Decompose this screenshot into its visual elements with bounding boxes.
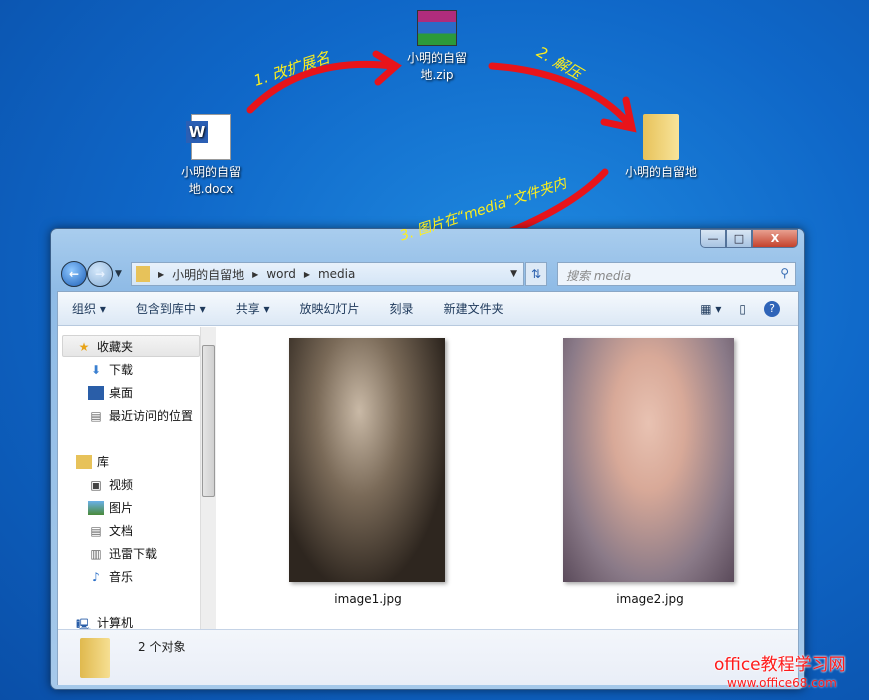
new-folder-button[interactable]: 新建文件夹: [444, 300, 504, 317]
share-button[interactable]: 共享 ▾: [236, 300, 270, 317]
folder-label: 小明的自留地: [624, 165, 697, 179]
navigation-pane: ★ 收藏夹 ⬇ 下载 桌面 ▤ 最近访问的位置 库 ▣ 视频 图片 ▤ 文档 ▥ 迅雷下载 …: [58, 327, 216, 632]
sidebar-scrollbar[interactable]: [200, 327, 216, 629]
close-button[interactable]: X: [752, 229, 798, 248]
music-icon: ♪: [92, 569, 100, 584]
computer-icon: 🖳: [76, 617, 93, 632]
breadcrumb-segment[interactable]: word: [266, 267, 296, 281]
folder-icon[interactable]: 小明的自留地: [616, 114, 706, 181]
slideshow-button[interactable]: 放映幻灯片: [300, 300, 360, 317]
sidebar-item-recent[interactable]: ▤ 最近访问的位置: [88, 407, 193, 424]
folder-small-icon: [136, 266, 150, 282]
watermark-url: www.office68.com: [727, 676, 837, 690]
image1-thumbnail[interactable]: [289, 338, 445, 582]
zip-label: 小明的自留地.zip: [406, 51, 467, 82]
address-dropdown-icon[interactable]: ▼: [510, 269, 517, 279]
address-bar[interactable]: ▶ 小明的自留地 ▶ word ▶ media ▼: [131, 262, 524, 286]
zip-file-icon[interactable]: 小明的自留地.zip: [392, 10, 482, 84]
breadcrumb-segment[interactable]: 小明的自留地: [172, 266, 244, 283]
minimize-button[interactable]: —: [700, 229, 726, 248]
maximize-button[interactable]: □: [726, 229, 752, 248]
sidebar-favorites[interactable]: ★ 收藏夹: [76, 338, 133, 355]
library-icon: [76, 454, 92, 469]
explorer-window: — □ X ← → ▼ ▶ 小明的自留地 ▶ word ▶ media ▼ ⇅ 搜索 me…: [50, 175, 805, 690]
xunlei-icon: ▥: [90, 546, 102, 561]
sidebar-item-downloads[interactable]: ⬇ 下载: [88, 361, 133, 378]
refresh-button[interactable]: ⇅: [525, 262, 547, 286]
star-icon: ★: [78, 339, 90, 354]
sidebar-item-videos[interactable]: ▣ 视频: [88, 476, 133, 493]
sidebar-item-documents[interactable]: ▤ 文档: [88, 522, 133, 539]
folder-large-icon: [80, 638, 110, 678]
desktop-icon: [88, 385, 104, 400]
file-list: image1.jpg image2.jpg: [218, 327, 798, 629]
organize-button[interactable]: 组织 ▾: [72, 300, 106, 317]
burn-button[interactable]: 刻录: [390, 300, 414, 317]
details-pane: 2 个对象: [58, 629, 798, 685]
search-icon: ⚲: [780, 266, 789, 280]
sidebar-libraries[interactable]: 库: [76, 453, 109, 470]
docx-label: 小明的自留地.docx: [180, 165, 241, 196]
help-icon[interactable]: ?: [764, 301, 780, 317]
history-dropdown-icon[interactable]: ▼: [115, 269, 122, 279]
sidebar-item-music[interactable]: ♪ 音乐: [88, 568, 133, 585]
pictures-icon: [88, 500, 104, 515]
recent-places-icon: ▤: [90, 408, 102, 423]
downloads-icon: ⬇: [90, 362, 102, 377]
sidebar-item-desktop[interactable]: 桌面: [88, 384, 133, 401]
documents-icon: ▤: [90, 523, 102, 538]
watermark-title: office教程学习网: [714, 655, 846, 675]
forward-button[interactable]: →: [87, 261, 113, 287]
back-button[interactable]: ←: [61, 261, 87, 287]
video-icon: ▣: [90, 477, 102, 492]
sidebar-item-pictures[interactable]: 图片: [88, 499, 133, 516]
docx-file-icon[interactable]: W 小明的自留地.docx: [166, 114, 256, 198]
view-options-icon[interactable]: ▦ ▾: [700, 302, 721, 316]
item-count: 2 个对象: [138, 640, 186, 654]
image2-thumbnail[interactable]: [563, 338, 734, 582]
sidebar-item-xunlei[interactable]: ▥ 迅雷下载: [88, 545, 157, 562]
image2-label[interactable]: image2.jpg: [560, 592, 740, 606]
include-in-library-button[interactable]: 包含到库中 ▾: [136, 300, 206, 317]
preview-pane-icon[interactable]: ▯: [739, 302, 746, 316]
image1-label[interactable]: image1.jpg: [278, 592, 458, 606]
search-input[interactable]: 搜索 media ⚲: [557, 262, 796, 286]
breadcrumb-segment[interactable]: media: [318, 267, 355, 281]
